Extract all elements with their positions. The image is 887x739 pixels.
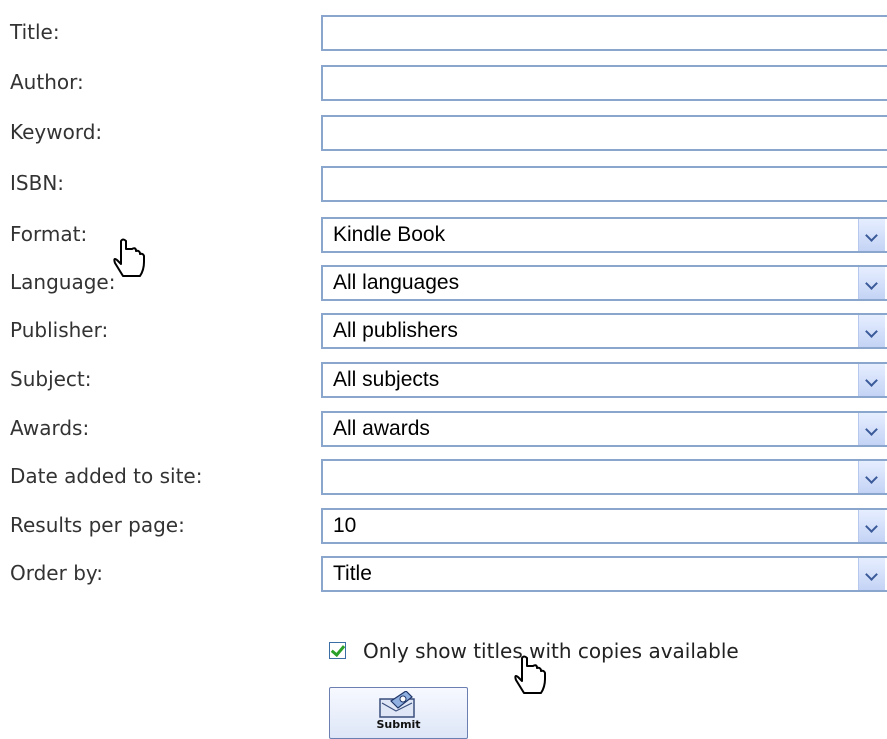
chevron-down-icon[interactable] [858,461,885,493]
language-label: Language: [10,270,116,294]
form-row-results-per-page: Results per page: 10 [0,502,887,548]
title-label: Title: [10,20,60,44]
awards-label: Awards: [10,416,90,440]
language-select[interactable]: All languages [321,265,887,301]
author-input[interactable] [321,65,887,101]
form-row-isbn: ISBN: [0,160,887,206]
language-value: All languages [333,271,460,294]
form-row-order-by: Order by: Title [0,550,887,596]
chevron-down-icon[interactable] [858,558,885,590]
hand-pointer-icon [113,238,145,277]
available-only-checkbox[interactable] [329,642,346,659]
format-select[interactable]: Kindle Book [321,217,887,253]
subject-select[interactable]: All subjects [321,362,887,398]
subject-value: All subjects [333,368,440,391]
order-by-label: Order by: [10,561,104,585]
isbn-input[interactable] [321,166,887,202]
publisher-label: Publisher: [10,318,109,342]
awards-value: All awards [333,417,430,440]
format-value: Kindle Book [333,223,446,246]
subject-label: Subject: [10,367,92,391]
form-row-title: Title: [0,9,887,55]
order-by-value: Title [333,562,372,585]
chevron-down-icon[interactable] [858,510,885,542]
awards-select[interactable]: All awards [321,411,887,447]
publisher-value: All publishers [333,319,458,342]
submit-form-icon [379,691,415,718]
date-added-select[interactable] [321,459,887,495]
submit-label: Submit [376,718,421,731]
form-row-author: Author: [0,59,887,105]
results-per-page-value: 10 [333,514,357,537]
isbn-label: ISBN: [10,171,65,195]
order-by-select[interactable]: Title [321,556,887,592]
form-row-awards: Awards: All awards [0,405,887,451]
chevron-down-icon[interactable] [858,364,885,396]
form-row-subject: Subject: All subjects [0,356,887,402]
keyword-input[interactable] [321,115,887,151]
hand-pointer-icon [514,655,546,694]
submit-button[interactable]: Submit [329,687,468,739]
author-label: Author: [10,70,84,94]
format-label: Format: [10,222,88,246]
results-per-page-label: Results per page: [10,513,185,537]
form-row-publisher: Publisher: All publishers [0,307,887,353]
chevron-down-icon[interactable] [858,315,885,347]
form-row-keyword: Keyword: [0,109,887,155]
chevron-down-icon[interactable] [858,413,885,445]
publisher-select[interactable]: All publishers [321,313,887,349]
form-row-date-added: Date added to site: [0,453,887,499]
chevron-down-icon[interactable] [858,267,885,299]
keyword-label: Keyword: [10,120,103,144]
results-per-page-select[interactable]: 10 [321,508,887,544]
chevron-down-icon[interactable] [858,219,885,251]
title-input[interactable] [321,15,887,51]
date-added-label: Date added to site: [10,464,203,488]
